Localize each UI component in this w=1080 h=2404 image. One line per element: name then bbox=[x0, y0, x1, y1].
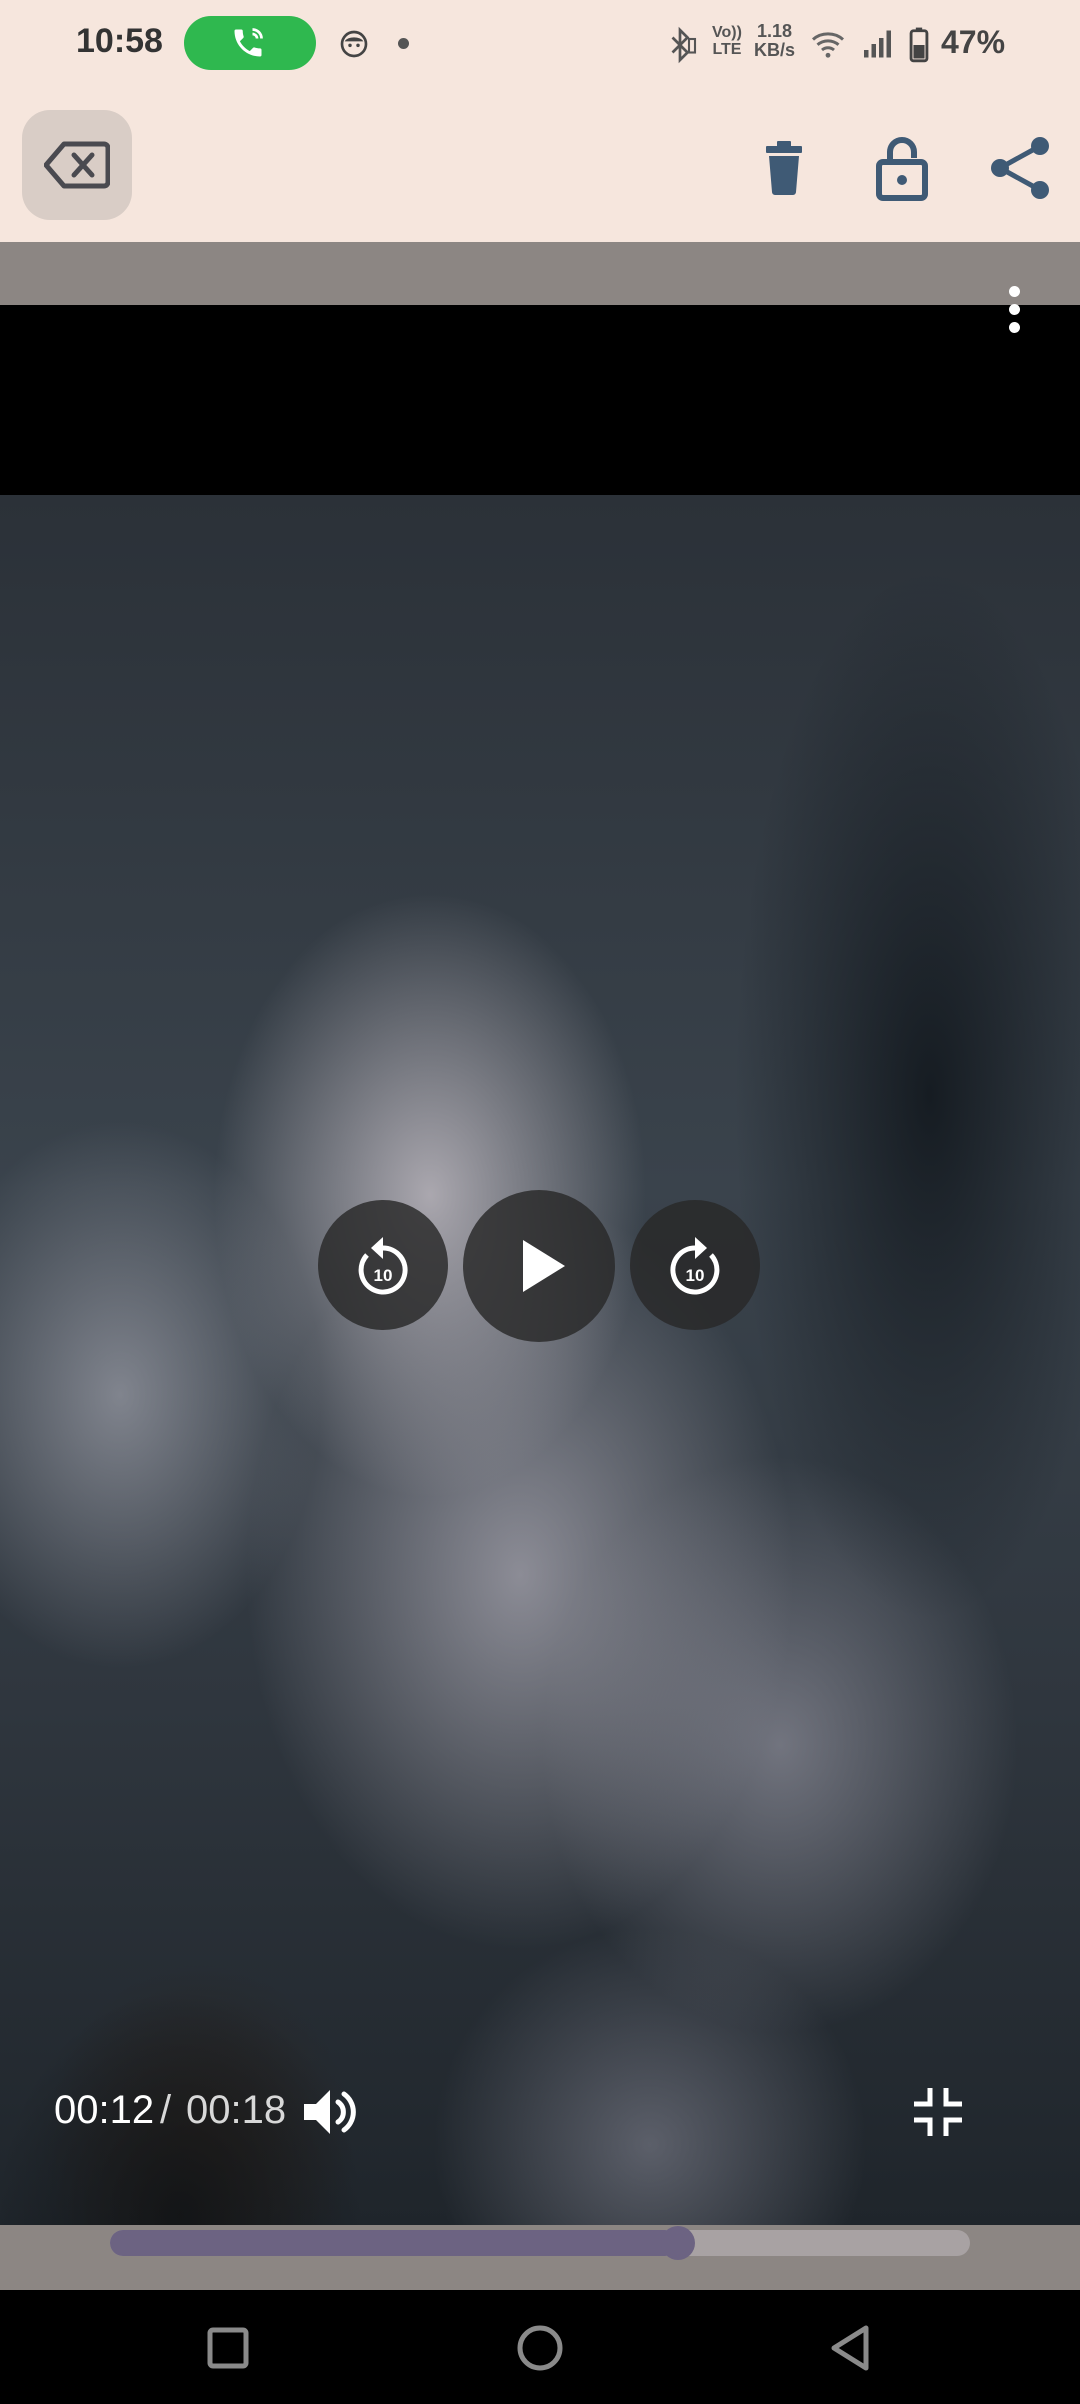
share-icon bbox=[991, 137, 1049, 199]
status-bar: 10:58 Vo)) LTE 1.18 KB/s 47% bbox=[0, 0, 1080, 90]
back-triangle-icon[interactable] bbox=[822, 2320, 878, 2376]
signal-icon bbox=[864, 30, 891, 58]
forward-seconds-label: 10 bbox=[686, 1266, 705, 1285]
network-speed: 1.18 KB/s bbox=[754, 22, 795, 60]
speed-unit: KB/s bbox=[754, 40, 796, 60]
delete-button[interactable] bbox=[744, 128, 824, 208]
face-notification-icon bbox=[340, 30, 368, 58]
progress-thumb[interactable] bbox=[660, 2226, 695, 2260]
more-vertical-icon bbox=[1009, 286, 1020, 297]
top-spacer bbox=[0, 242, 1080, 305]
rewind-seconds-label: 10 bbox=[374, 1266, 393, 1285]
play-icon bbox=[523, 1240, 565, 1292]
minimize-icon bbox=[914, 2088, 962, 2136]
status-time: 10:58 bbox=[76, 22, 163, 60]
exit-fullscreen-button[interactable] bbox=[908, 2082, 968, 2142]
battery-percent: 47% bbox=[941, 24, 1006, 60]
trash-icon bbox=[766, 141, 802, 195]
app-toolbar bbox=[0, 90, 1080, 242]
play-button[interactable] bbox=[463, 1190, 615, 1342]
video-frame[interactable] bbox=[0, 495, 1080, 2225]
volte-line2: LTE bbox=[712, 41, 742, 58]
navigation-bar bbox=[0, 2290, 1080, 2404]
rewind-10-icon: 10 bbox=[358, 1237, 408, 1295]
more-options-button[interactable] bbox=[994, 282, 1034, 336]
wifi-icon bbox=[811, 32, 845, 58]
progress-fill bbox=[110, 2230, 678, 2256]
rewind-10-button[interactable]: 10 bbox=[318, 1200, 448, 1330]
close-button[interactable] bbox=[22, 110, 132, 220]
more-dot bbox=[1009, 304, 1020, 315]
volume-icon bbox=[304, 2090, 356, 2134]
total-time: 00:18 bbox=[186, 2088, 287, 2132]
dot-icon bbox=[398, 38, 409, 49]
speed-value: 1.18 bbox=[756, 21, 793, 41]
recents-square-icon[interactable] bbox=[200, 2320, 256, 2376]
progress-bar[interactable] bbox=[110, 2226, 970, 2260]
bluetooth-icon bbox=[671, 26, 697, 64]
video-letterbox bbox=[0, 305, 1080, 495]
more-dot bbox=[1009, 322, 1020, 333]
phone-call-icon bbox=[234, 28, 263, 57]
ongoing-call-chip[interactable] bbox=[184, 16, 316, 70]
forward-10-button[interactable]: 10 bbox=[630, 1200, 760, 1330]
home-circle-icon[interactable] bbox=[512, 2320, 568, 2376]
current-time: 00:12 bbox=[54, 2088, 155, 2132]
time-separator: / bbox=[160, 2088, 172, 2132]
battery-icon bbox=[909, 27, 929, 63]
lock-button[interactable] bbox=[862, 128, 942, 208]
forward-10-icon: 10 bbox=[670, 1237, 720, 1295]
lock-icon bbox=[876, 137, 928, 201]
volte-icon: Vo)) LTE bbox=[712, 24, 742, 58]
volte-line1: Vo)) bbox=[712, 24, 742, 41]
volume-button[interactable] bbox=[298, 2080, 362, 2144]
backspace-close-icon bbox=[44, 141, 110, 189]
share-button[interactable] bbox=[980, 128, 1060, 208]
